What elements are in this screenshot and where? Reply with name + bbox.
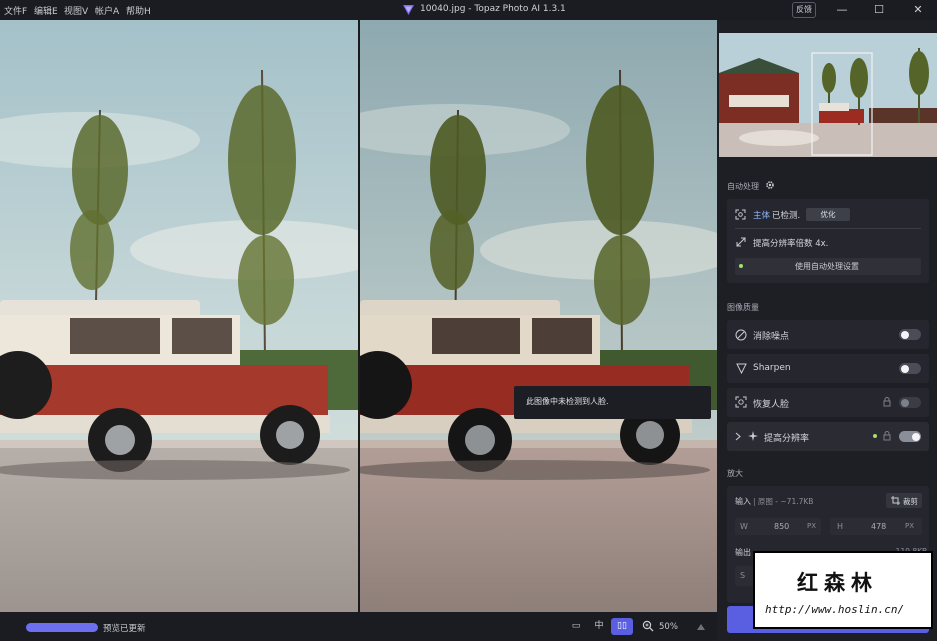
subject-detect-icon	[735, 209, 746, 220]
divider	[735, 228, 921, 229]
upscale-note: 提高分辨率倍数 4x.	[753, 239, 829, 249]
lock-icon	[883, 397, 891, 407]
tooltip-text: 此图像中未检测到人脸.	[526, 397, 609, 406]
autopilot-card: 主体 已检测. 优化 提高分辨率倍数 4x. 使用自动处理设置	[727, 199, 929, 283]
original-image-pane[interactable]	[0, 20, 358, 612]
denoise-toggle[interactable]	[899, 329, 921, 340]
autopilot-label: 自动处理	[727, 182, 759, 191]
single-view-button[interactable]: ▭	[565, 618, 587, 635]
feedback-button[interactable]: 反馈	[792, 2, 816, 18]
processed-image-pane[interactable]	[360, 20, 717, 612]
menu-help[interactable]: 帮助H	[126, 4, 151, 17]
thumbnail-image	[719, 33, 937, 157]
width-field[interactable]: W 850 PX	[735, 518, 821, 535]
menu-view[interactable]: 视图V	[64, 4, 88, 17]
menu-file[interactable]: 文件F	[4, 4, 27, 17]
face-recovery-row[interactable]: 恢复人脸	[727, 388, 929, 417]
face-recovery-toggle[interactable]	[899, 397, 921, 408]
maximize-button[interactable]: ☐	[864, 2, 894, 18]
side-view-button[interactable]: 中	[588, 618, 610, 635]
watermark-chinese-text: 红森林	[797, 571, 878, 595]
width-value: 850	[774, 522, 790, 531]
sharpen-toggle[interactable]	[899, 363, 921, 374]
width-label: W	[740, 522, 748, 531]
subject-label[interactable]: 主体	[753, 209, 770, 221]
image-quality-label: 图像质量	[727, 303, 759, 312]
original-photo	[0, 20, 358, 612]
face-recovery-label: 恢复人脸	[753, 400, 790, 410]
sparkle-icon	[748, 431, 758, 441]
topaz-logo-icon	[403, 5, 414, 15]
menu-account[interactable]: 帐户A	[95, 4, 119, 17]
expand-arrows-icon	[736, 237, 746, 247]
preview-progress-bar	[26, 623, 98, 632]
minimize-button[interactable]: —	[827, 2, 857, 18]
use-autopilot-settings-button[interactable]: 使用自动处理设置	[735, 258, 921, 275]
use-autopilot-settings-label: 使用自动处理设置	[795, 262, 859, 271]
denoise-row[interactable]: 消除噪点	[727, 320, 929, 349]
sharpen-icon	[736, 363, 747, 374]
subject-detected-text: 已检测.	[772, 211, 801, 221]
upscale-label: 提高分辨率	[764, 434, 810, 444]
split-view-button[interactable]: ▯▯	[611, 618, 633, 635]
upscale-status-dot	[873, 434, 877, 438]
preview-status-text: 预览已更新	[103, 624, 146, 634]
chevron-right-icon[interactable]	[735, 432, 741, 441]
denoise-label: 消除噪点	[753, 332, 790, 342]
sharpen-row[interactable]: Sharpen	[727, 354, 929, 383]
gear-icon[interactable]	[765, 180, 775, 190]
enlarge-section-label: 放大	[727, 469, 743, 478]
input-label: 输入	[735, 497, 751, 506]
optimize-button[interactable]: 优化	[806, 208, 850, 221]
width-unit: PX	[807, 522, 817, 530]
navigator-thumbnail[interactable]	[719, 33, 937, 157]
processed-photo	[360, 20, 717, 612]
output-label: 输出	[735, 548, 751, 557]
height-field[interactable]: H 478 PX	[830, 518, 922, 535]
crop-icon	[891, 496, 900, 505]
face-detect-icon	[735, 396, 747, 408]
crop-label: 裁剪	[903, 497, 918, 506]
status-dot	[739, 264, 743, 268]
no-face-tooltip: 此图像中未检测到人脸.	[514, 386, 711, 419]
input-info: | 原图 - ~71.7KB	[753, 497, 814, 506]
zoom-in-icon[interactable]	[642, 620, 654, 632]
sharpen-label: Sharpen	[753, 363, 791, 373]
window-title: 10040.jpg - Topaz Photo AI 1.3.1	[420, 4, 566, 14]
zoom-level[interactable]: 50%	[659, 622, 678, 632]
crop-button[interactable]: 裁剪	[886, 493, 922, 508]
height-unit: PX	[905, 522, 915, 530]
lock-icon	[883, 431, 891, 441]
height-label: H	[837, 522, 844, 531]
height-value: 478	[871, 522, 887, 531]
scale-label: S	[740, 571, 746, 580]
site-watermark: 红森林 http://www.hoslin.cn/	[753, 551, 933, 629]
watermark-url: http://www.hoslin.cn/	[765, 603, 905, 616]
menu-edit[interactable]: 编辑E	[34, 4, 58, 17]
upscale-toggle[interactable]	[899, 431, 921, 442]
close-button[interactable]: ✕	[903, 2, 933, 18]
zoom-dropdown-icon[interactable]	[697, 624, 705, 630]
denoise-icon	[735, 329, 747, 341]
upscale-row[interactable]: 提高分辨率	[727, 422, 929, 451]
